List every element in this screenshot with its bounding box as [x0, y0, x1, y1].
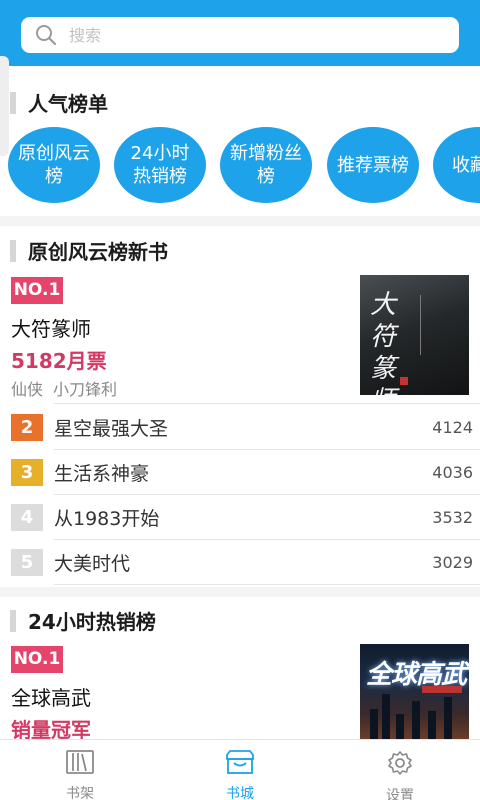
rank-vote-count: 4124 — [432, 417, 473, 437]
bubble-label: 原创风云榜 — [18, 143, 90, 187]
section-divider — [0, 216, 480, 226]
top-book-meta: 仙侠 小刀锋利 — [11, 376, 117, 400]
cover-building — [370, 709, 378, 739]
section-title-original: 原创风云榜新书 — [10, 236, 168, 265]
bubble-collections[interactable]: 收藏榜 — [433, 127, 480, 203]
bubble-new-fans[interactable]: 新增粉丝榜 — [220, 127, 312, 203]
book-genre: 仙侠 — [11, 380, 44, 399]
rank-book-title: 从1983开始 — [54, 507, 160, 530]
section-title-bestseller: 24小时热销榜 — [10, 606, 156, 635]
rank-book-title: 大美时代 — [54, 552, 131, 575]
top-book-votes: 5182月票 — [11, 349, 107, 373]
cover-decoration — [420, 295, 421, 355]
book-cover-image[interactable]: 大符篆师 — [360, 275, 469, 395]
bubble-24h-bestseller[interactable]: 24小时热销榜 — [114, 127, 206, 203]
title-accent-bar — [10, 239, 16, 262]
search-box[interactable] — [21, 17, 459, 53]
ranking-bubbles: 原创风云榜 24小时热销榜 新增粉丝榜 推荐票榜 收藏榜 — [0, 127, 480, 203]
row-divider — [54, 403, 480, 404]
bubble-label: 24小时热销榜 — [130, 143, 190, 187]
title-accent-bar — [10, 609, 16, 632]
rank-1-badge: NO.1 — [11, 277, 63, 304]
rank-row[interactable]: 3 生活系神豪 4036 — [11, 450, 473, 494]
cover-building — [412, 701, 420, 739]
rank-vote-count: 3532 — [432, 507, 473, 527]
book-author: 小刀锋利 — [53, 380, 118, 399]
bubble-recommend-votes[interactable]: 推荐票榜 — [327, 127, 419, 203]
bookshelf-icon — [65, 749, 95, 779]
book-cover-image[interactable]: 全球高武 — [360, 644, 469, 739]
rank-number-badge: 3 — [11, 458, 43, 486]
tab-bookshelf[interactable]: 书架 — [0, 740, 160, 800]
bubble-label: 收藏榜 — [452, 154, 480, 176]
rank-book-title: 生活系神豪 — [54, 462, 150, 485]
bookstore-icon — [224, 749, 256, 779]
top-bar — [0, 0, 480, 66]
rank-number-badge: 2 — [11, 413, 43, 441]
rank-vote-count: 3029 — [432, 552, 473, 572]
bubble-original-ranking[interactable]: 原创风云榜 — [8, 127, 100, 203]
section-title-text: 人气榜单 — [28, 92, 108, 116]
section-divider — [0, 587, 480, 597]
bubble-label: 推荐票榜 — [337, 154, 409, 176]
tab-bookstore[interactable]: 书城 — [160, 740, 320, 800]
row-divider — [54, 584, 480, 585]
cover-building — [428, 711, 436, 739]
top-book-title[interactable]: 大符篆师 — [11, 313, 91, 342]
tab-label: 书城 — [226, 786, 254, 800]
cover-decoration — [422, 686, 462, 693]
rank-vote-count: 4036 — [432, 462, 473, 482]
rank-number-badge: 5 — [11, 548, 43, 576]
rank-row[interactable]: 5 大美时代 3029 — [11, 540, 473, 584]
search-input[interactable] — [69, 25, 409, 45]
bottom-tab-bar: 书架 书城 设置 — [0, 739, 480, 800]
cover-building — [396, 714, 404, 739]
rank-number-badge: 4 — [11, 503, 43, 531]
search-icon — [35, 24, 57, 46]
tab-label: 书架 — [66, 786, 94, 800]
tab-settings[interactable]: 设置 — [320, 740, 480, 800]
cover-building — [382, 694, 390, 739]
cover-seal — [400, 377, 408, 385]
rank-1-badge: NO.1 — [11, 646, 63, 673]
settings-gear-icon — [386, 749, 414, 781]
top-book-title[interactable]: 全球高武 — [11, 682, 91, 711]
rank-row[interactable]: 2 星空最强大圣 4124 — [11, 405, 473, 449]
section-title-popular: 人气榜单 — [10, 88, 108, 117]
rank-row[interactable]: 4 从1983开始 3532 — [11, 495, 473, 539]
rank-book-title: 星空最强大圣 — [54, 417, 169, 440]
section-title-text: 24小时热销榜 — [28, 610, 156, 634]
title-accent-bar — [10, 91, 16, 114]
section-title-text: 原创风云榜新书 — [28, 240, 168, 264]
cover-building — [444, 697, 452, 739]
tab-label: 设置 — [386, 788, 414, 800]
bubble-label: 新增粉丝榜 — [230, 143, 302, 187]
